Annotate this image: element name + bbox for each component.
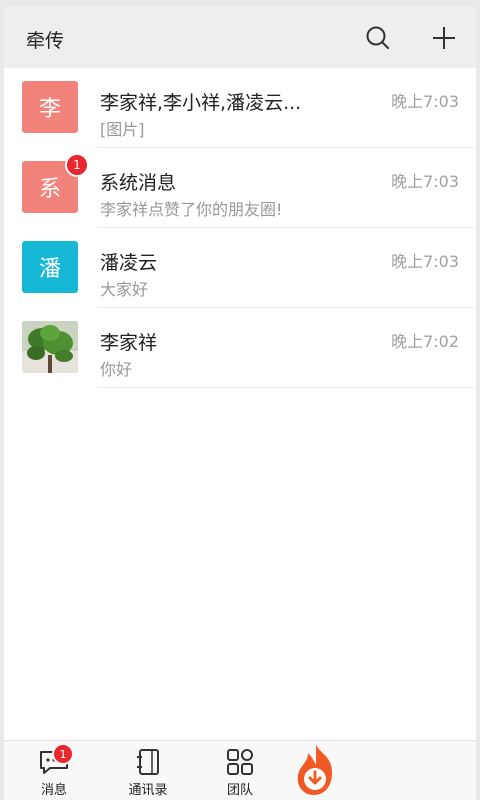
conversation-preview: [图片]: [100, 120, 145, 139]
conversation-row-pan[interactable]: 潘 潘凌云 大家好 晚上7:03: [4, 228, 476, 308]
bottom-tab-bar: 1 消息 通讯录 团队: [4, 740, 476, 800]
avatar-letter: 李: [38, 97, 61, 122]
search-icon: [366, 26, 389, 49]
unread-badge: 1: [65, 153, 89, 177]
conversation-time: 晚上7:02: [391, 332, 459, 351]
conversation-name: 系统消息: [100, 172, 177, 194]
conversation-name: 李家祥,李小祥,潘凌云...: [100, 92, 302, 114]
tab-label: 消息: [40, 783, 67, 798]
address-book-icon: [130, 747, 166, 777]
tab-team[interactable]: 团队: [216, 741, 264, 800]
page-title: 牵传: [26, 30, 65, 52]
flame-logo-icon: [297, 745, 332, 795]
search-button[interactable]: [363, 23, 393, 53]
conversation-list: 李 李家祥,李小祥,潘凌云... [图片] 晚上7:03 系 1 系统消息 李家…: [4, 68, 476, 388]
tab-contacts[interactable]: 通讯录: [116, 741, 180, 800]
avatar: 李: [22, 81, 78, 133]
conversation-time: 晚上7:03: [391, 92, 459, 111]
tab-label: 通讯录: [128, 783, 168, 798]
conversation-name: 潘凌云: [100, 252, 158, 274]
add-button[interactable]: [429, 23, 459, 53]
conversation-name: 李家祥: [100, 332, 158, 354]
plus-icon: [433, 27, 455, 49]
avatar: 潘: [22, 241, 78, 293]
conversation-time: 晚上7:03: [391, 252, 459, 271]
grid-apps-icon: [222, 747, 258, 777]
divider: [98, 387, 476, 388]
plant-photo-icon: [22, 321, 78, 373]
tab-messages[interactable]: 1 消息: [30, 741, 78, 800]
conversation-preview: 李家祥点赞了你的朋友圈!: [100, 200, 283, 219]
avatar-letter: 系: [38, 177, 61, 202]
tab-label: 团队: [226, 783, 253, 798]
conversation-row-group[interactable]: 李 李家祥,李小祥,潘凌云... [图片] 晚上7:03: [4, 68, 476, 148]
avatar-letter: 潘: [38, 257, 61, 282]
conversation-time: 晚上7:03: [391, 172, 459, 191]
app-screen: 牵传 李 李家祥,李小祥,潘凌云... [图片] 晚上7:03 系 1 系统消息…: [4, 6, 476, 800]
watermark-logo: [286, 741, 476, 800]
conversation-row-system[interactable]: 系 1 系统消息 李家祥点赞了你的朋友圈! 晚上7:03: [4, 148, 476, 228]
conversation-row-li[interactable]: 李家祥 你好 晚上7:02: [4, 308, 476, 388]
top-bar: 牵传: [4, 6, 476, 68]
conversation-preview: 你好: [100, 360, 133, 379]
avatar-photo: [22, 321, 78, 373]
tab-unread-badge: 1: [52, 743, 74, 765]
conversation-preview: 大家好: [100, 280, 149, 299]
